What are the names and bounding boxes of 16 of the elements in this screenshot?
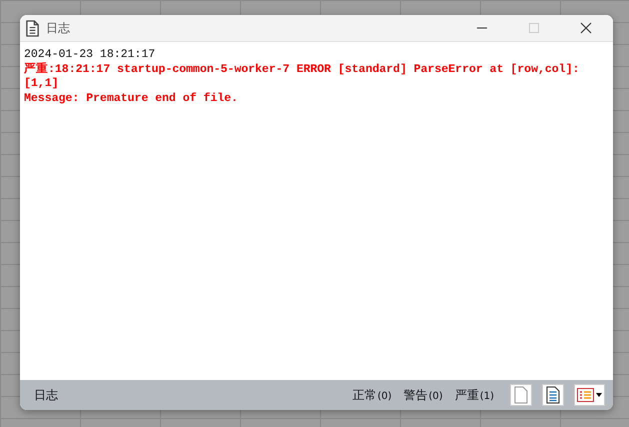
level-count[interactable]: 正常(0): [352, 386, 392, 404]
log-line: Message: Premature end of file.: [24, 92, 239, 106]
caret-icon: [596, 393, 602, 397]
log-line: 严重:18:21:17 startup-common-5-worker-7 ERROR [standard] ParseError at [row,col]: [1,1]: [24, 62, 580, 92]
level-count[interactable]: 警告(0): [404, 386, 443, 404]
maximize-icon: [528, 22, 540, 34]
list-dropdown-button[interactable]: [574, 384, 605, 406]
close-icon: [580, 22, 592, 34]
blank-page-button[interactable]: [510, 384, 532, 406]
status-label: 日志: [34, 386, 58, 404]
document-icon: [25, 20, 40, 36]
window-title: 日志: [46, 20, 70, 36]
list-icon: [577, 388, 594, 402]
level-count[interactable]: 严重(1): [454, 386, 494, 404]
log-line: 2024-01-23 18:21:17: [24, 48, 156, 62]
text-page-button[interactable]: [542, 384, 564, 406]
